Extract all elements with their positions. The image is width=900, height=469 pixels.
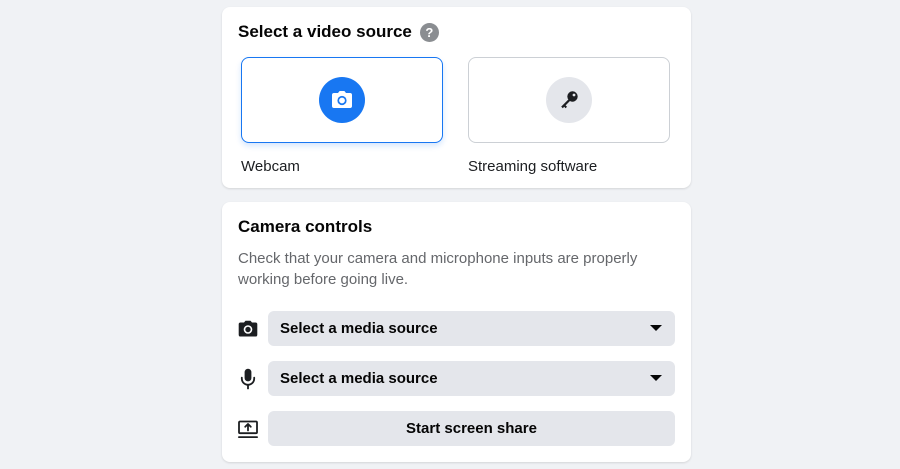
microphone-source-value: Select a media source <box>280 370 438 387</box>
camera-controls-card: Camera controls Check that your camera a… <box>222 202 691 462</box>
question-mark-icon[interactable]: ? <box>419 22 439 42</box>
chevron-down-icon <box>650 375 662 381</box>
camera-icon <box>319 77 365 123</box>
microphone-source-select[interactable]: Select a media source <box>268 361 675 396</box>
camera-controls-header: Camera controls <box>238 216 372 238</box>
streaming-software-option-label[interactable]: Streaming software <box>468 158 597 175</box>
video-source-card: Select a video source ? Webcam Streaming… <box>222 7 691 188</box>
start-screen-share-button[interactable]: Start screen share <box>268 411 675 446</box>
microphone-icon <box>236 361 260 396</box>
webcam-option-label[interactable]: Webcam <box>241 158 300 175</box>
camera-source-select[interactable]: Select a media source <box>268 311 675 346</box>
streaming-software-option[interactable] <box>468 57 670 143</box>
screen-share-icon <box>236 411 260 446</box>
camera-source-row: Select a media source <box>236 311 676 346</box>
camera-controls-description: Check that your camera and microphone in… <box>238 250 638 288</box>
camera-source-value: Select a media source <box>280 320 438 337</box>
screen-share-row: Start screen share <box>236 411 676 446</box>
camera-controls-title: Camera controls <box>238 217 373 236</box>
video-source-header: Select a video source ? <box>238 21 439 43</box>
microphone-source-row: Select a media source <box>236 361 676 396</box>
webcam-option[interactable] <box>241 57 443 143</box>
chevron-down-icon <box>650 325 662 331</box>
key-icon <box>546 77 592 123</box>
video-source-title: Select a video source <box>238 22 412 41</box>
camera-icon <box>236 311 260 346</box>
